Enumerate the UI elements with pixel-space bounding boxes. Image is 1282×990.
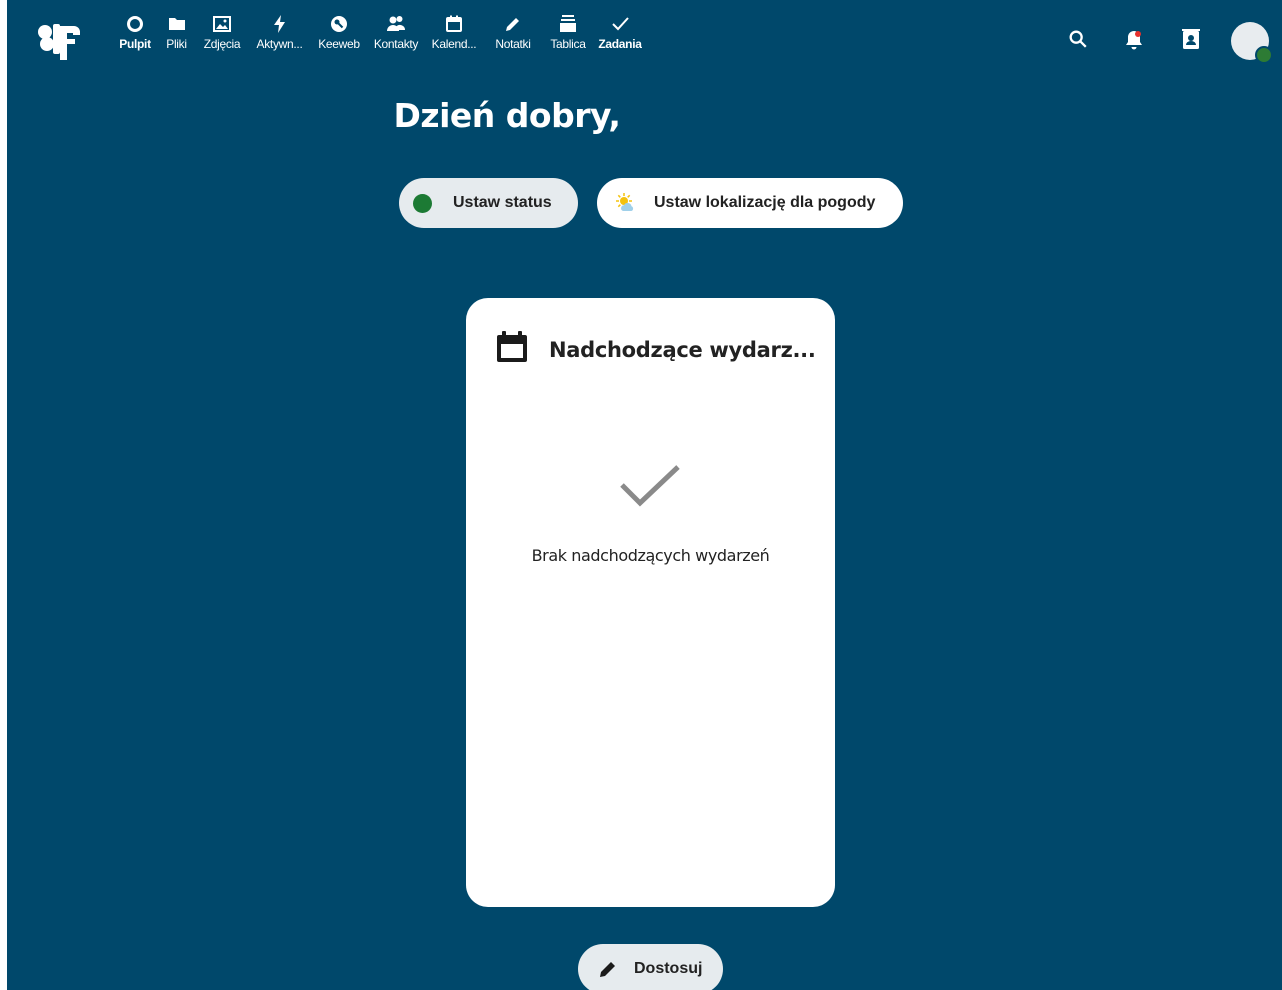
contacts-menu-icon[interactable]	[1179, 28, 1203, 52]
nav-item-aktywnosc[interactable]: Aktywn...	[248, 14, 311, 51]
nav-item-label: Zdjęcia	[203, 37, 241, 51]
nav-item-keeweb[interactable]: Keeweb	[311, 14, 367, 51]
key-icon	[331, 16, 347, 32]
set-status-button[interactable]: Ustaw status	[399, 178, 578, 228]
pencil-icon	[600, 962, 615, 977]
pencil-icon	[506, 18, 519, 31]
status-online-icon	[413, 193, 432, 213]
image-icon	[213, 16, 231, 32]
nav-item-label: Pliki	[166, 37, 187, 51]
nav-item-label: Keeweb	[318, 37, 360, 51]
app-navigation: Pulpit Pliki Zdjęcia Aktywn... Keeweb Ko…	[113, 14, 647, 51]
nav-item-zadania[interactable]: Zadania	[593, 14, 647, 51]
greeting-heading: Dzień dobry,	[393, 96, 621, 135]
customize-button[interactable]: Dostosuj	[578, 944, 723, 990]
empty-events-message: Brak nadchodzących wydarzeń	[531, 546, 770, 565]
top-navigation-bar: Pulpit Pliki Zdjęcia Aktywn... Keeweb Ko…	[7, 0, 1282, 70]
lightning-icon	[273, 15, 285, 33]
nav-item-label: Aktywn...	[256, 37, 303, 51]
app-logo-icon[interactable]	[36, 20, 82, 60]
deck-icon	[560, 15, 576, 32]
nav-item-label: Zadania	[598, 37, 642, 51]
nav-item-label: Notatki	[495, 37, 531, 51]
weather-sun-cloud-icon	[616, 193, 634, 211]
nav-item-zdjecia[interactable]: Zdjęcia	[196, 14, 248, 51]
contacts-icon	[387, 16, 405, 31]
customize-label: Dostosuj	[634, 960, 703, 977]
set-weather-location-label: Ustaw lokalizację dla pogody	[654, 194, 876, 211]
app-frame: Pulpit Pliki Zdjęcia Aktywn... Keeweb Ko…	[7, 0, 1282, 990]
nav-item-kontakty[interactable]: Kontakty	[367, 14, 425, 51]
notifications-bell-icon[interactable]	[1122, 28, 1146, 52]
nav-item-kalendarz[interactable]: Kalend...	[425, 14, 483, 51]
nav-item-label: Pulpit	[119, 37, 151, 51]
calendar-icon	[446, 15, 462, 32]
nav-item-label: Tablica	[550, 37, 586, 51]
set-status-label: Ustaw status	[453, 194, 552, 211]
nav-item-label: Kontakty	[373, 37, 419, 51]
user-avatar[interactable]	[1231, 22, 1273, 64]
checkmark-icon	[620, 465, 680, 507]
online-status-indicator	[1255, 46, 1273, 64]
nav-item-label: Kalend...	[431, 37, 477, 51]
nav-item-pliki[interactable]: Pliki	[157, 14, 196, 51]
widget-title[interactable]: Nadchodzące wydarz...	[549, 338, 816, 362]
dashboard-icon	[127, 16, 143, 32]
nav-item-pulpit[interactable]: Pulpit	[113, 14, 157, 51]
check-icon	[612, 17, 629, 31]
nav-item-tablica[interactable]: Tablica	[543, 14, 593, 51]
search-icon[interactable]	[1067, 28, 1089, 50]
calendar-icon	[497, 331, 527, 362]
nav-item-notatki[interactable]: Notatki	[483, 14, 543, 51]
folder-icon	[168, 18, 185, 30]
set-weather-location-button[interactable]: Ustaw lokalizację dla pogody	[597, 178, 903, 228]
upcoming-events-widget: Nadchodzące wydarz... Brak nadchodzących…	[466, 298, 835, 907]
